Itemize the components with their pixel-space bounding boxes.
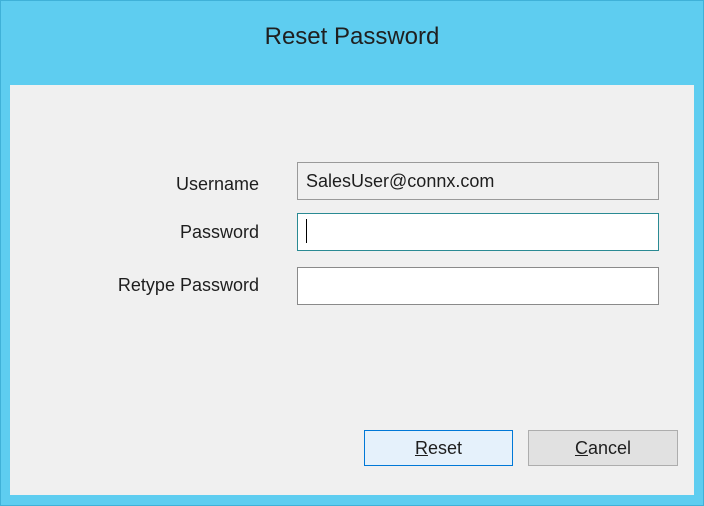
password-field[interactable] xyxy=(297,213,659,251)
cancel-button[interactable]: Cancel xyxy=(528,430,678,466)
username-label: Username xyxy=(175,174,259,194)
dialog-body: Username Password Retype Password Reset … xyxy=(10,85,694,495)
title-bar[interactable]: Reset Password xyxy=(1,1,703,85)
username-field[interactable] xyxy=(297,162,659,200)
reset-password-dialog: Reset Password Username Password Retype … xyxy=(0,0,704,506)
reset-button[interactable]: Reset xyxy=(364,430,513,466)
reset-label-rest: eset xyxy=(427,438,463,458)
retype-password-label: Retype Password xyxy=(117,275,259,295)
cancel-mnemonic: C xyxy=(574,438,588,458)
cancel-label-rest: ancel xyxy=(587,438,632,458)
reset-mnemonic: R xyxy=(414,438,428,458)
dialog-title: Reset Password xyxy=(264,23,440,50)
retype-password-field[interactable] xyxy=(297,267,659,305)
text-caret xyxy=(306,219,307,243)
password-label: Password xyxy=(179,222,259,242)
